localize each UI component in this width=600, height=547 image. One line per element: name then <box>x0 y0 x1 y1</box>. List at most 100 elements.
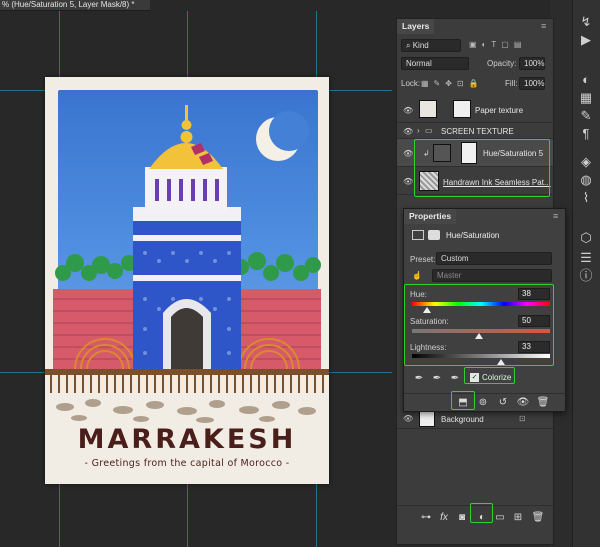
dome <box>149 143 223 169</box>
poster-illustration <box>45 105 329 423</box>
paragraph-icon[interactable]: ¶ <box>577 126 595 142</box>
cube-icon[interactable]: ⬡ <box>577 230 595 246</box>
properties-tab[interactable]: Properties <box>404 209 457 224</box>
brush-icon[interactable]: ✎ <box>577 108 595 124</box>
panel-menu-icon[interactable]: ≡ <box>553 211 558 221</box>
layers-icon[interactable]: ◈ <box>577 154 595 170</box>
lock-icon: ⊡ <box>519 414 526 423</box>
clip-icon[interactable]: ⬒ <box>456 396 470 410</box>
pebbles <box>56 399 316 423</box>
poster-title: MARRAKESH <box>77 424 297 455</box>
colorize-checkbox[interactable]: ✓ <box>470 373 479 382</box>
fill-field[interactable]: 100% <box>519 77 545 90</box>
layer-name: Hue/Saturation 5 <box>483 149 544 158</box>
history-icon[interactable]: ↯ <box>577 14 595 30</box>
filter-kind-select[interactable]: ⌕ Kind <box>401 39 461 52</box>
folder-icon: ▭ <box>425 126 433 135</box>
properties-panel: Properties ≡ Hue/Saturation Preset: Cust… <box>403 208 566 412</box>
eyedropper-add-icon[interactable]: ✒ <box>430 372 444 386</box>
hue-slider[interactable] <box>412 302 550 306</box>
adjustment-title: Hue/Saturation <box>446 231 500 240</box>
visibility-icon[interactable]: 👁 <box>516 396 530 410</box>
visibility-icon[interactable]: 👁 <box>403 127 413 136</box>
hue-label: Hue: <box>410 290 427 299</box>
lock-label: Lock: <box>401 79 421 88</box>
hue-value[interactable]: 38 <box>518 288 550 300</box>
saturation-label: Saturation: <box>410 317 449 326</box>
opacity-field[interactable]: 100% <box>519 57 545 70</box>
saturation-value[interactable]: 50 <box>518 315 550 327</box>
search-icon: ⌕ <box>406 41 413 50</box>
left-wall <box>53 289 143 369</box>
clip-arrow-icon: ↲ <box>423 149 430 158</box>
panel-icons-strip: ↯ ▶ ◐ ▦ ✎ ¶ ◈ ◍ ⌇ ⬡ ☰ ⓘ <box>572 0 600 547</box>
view-previous-icon[interactable]: ⊚ <box>476 396 490 410</box>
channels-icon[interactable]: ◍ <box>577 172 595 188</box>
visibility-icon[interactable]: 👁 <box>403 149 413 158</box>
fill-label: Fill: <box>505 79 518 88</box>
poster-subtitle: - Greetings from the capital of Morocco … <box>84 458 290 469</box>
chevron-right-icon[interactable]: › <box>417 126 420 135</box>
layer-name: SCREEN TEXTURE <box>441 127 514 136</box>
eyedropper-subtract-icon[interactable]: ✒ <box>448 372 462 386</box>
layer-mask-thumbnail <box>461 142 477 164</box>
layers-tab[interactable]: Layers <box>397 19 435 34</box>
visibility-icon[interactable]: 👁 <box>403 106 413 115</box>
moon-shadow <box>269 111 309 151</box>
lightness-slider-thumb[interactable] <box>497 359 505 365</box>
fx-icon[interactable]: fx <box>437 511 451 525</box>
layer-thumbnail <box>419 100 437 118</box>
preset-label: Preset: <box>410 255 436 264</box>
layer-row[interactable]: 👁 Background ⊡ <box>397 409 553 429</box>
layer-group-row[interactable]: 👁 › ▭ SCREEN TEXTURE <box>397 123 553 139</box>
timeline-icon[interactable]: ☰ <box>577 250 595 266</box>
lock-icons[interactable]: ▦✎✥⊡🔒 <box>421 79 484 88</box>
channel-select[interactable]: Master <box>432 269 552 282</box>
visibility-icon[interactable]: 👁 <box>403 414 413 423</box>
trash-icon[interactable]: 🗑 <box>531 511 545 525</box>
layer-name: Handrawn Ink Seamless Pat... <box>443 178 551 187</box>
layer-row-selected[interactable]: 👁 ↲ Hue/Saturation 5 <box>397 139 553 167</box>
adjustment-thumbnail <box>433 144 451 162</box>
layers-footer: ⊶ fx ◙ ◐ ▭ ⊞ 🗑 <box>397 505 553 529</box>
layer-row[interactable]: 👁 Handrawn Ink Seamless Pat... <box>397 167 553 195</box>
layer-mask-thumbnail <box>453 100 471 118</box>
layer-thumbnail <box>419 171 439 191</box>
layer-name: Background <box>441 415 484 424</box>
saturation-slider-thumb[interactable] <box>475 333 483 339</box>
link-icon[interactable]: ⊶ <box>419 511 433 525</box>
folder-icon[interactable]: ▭ <box>493 511 507 525</box>
layer-thumbnail <box>419 411 435 427</box>
doorway <box>171 308 203 369</box>
new-layer-icon[interactable]: ⊞ <box>511 511 525 525</box>
mask-icon[interactable]: ◙ <box>455 511 469 525</box>
lightness-slider[interactable] <box>412 354 550 358</box>
paths-icon[interactable]: ⌇ <box>577 190 595 206</box>
colorize-label: Colorize <box>482 373 512 382</box>
filter-kind-label: Kind <box>412 41 429 50</box>
reset-icon[interactable]: ↺ <box>496 396 510 410</box>
document-tab[interactable]: % (Hue/Saturation 5, Layer Mask/8) * <box>0 0 150 11</box>
filter-icons[interactable]: ▣◐T▢▤ <box>469 40 526 49</box>
info-icon[interactable]: ⓘ <box>577 268 595 284</box>
swatches-icon[interactable]: ▦ <box>577 90 595 106</box>
play-icon[interactable]: ▶ <box>577 32 595 48</box>
lightness-value[interactable]: 33 <box>518 341 550 353</box>
adjust-icon[interactable]: ◐ <box>577 72 595 88</box>
hand-icon[interactable]: ☝ <box>412 271 422 280</box>
properties-footer: ⬒ ⊚ ↺ 👁 🗑 <box>404 393 565 411</box>
opacity-label: Opacity: <box>487 59 517 68</box>
lightness-label: Lightness: <box>410 343 447 352</box>
layer-row[interactable]: 👁 Paper texture <box>397 97 553 123</box>
eyedropper-icon[interactable]: ✒ <box>412 372 426 386</box>
adjustment-icon[interactable]: ◐ <box>475 511 489 525</box>
layer-name: Paper texture <box>475 106 524 115</box>
trash-icon[interactable]: 🗑 <box>536 396 550 410</box>
preset-select[interactable]: Custom <box>436 252 552 265</box>
hue-slider-thumb[interactable] <box>423 307 431 313</box>
panel-menu-icon[interactable]: ≡ <box>541 21 546 31</box>
right-wall <box>231 289 321 369</box>
blend-mode-select[interactable]: Normal <box>401 57 469 70</box>
visibility-icon[interactable]: 👁 <box>403 177 413 186</box>
fence-rail <box>45 369 329 375</box>
